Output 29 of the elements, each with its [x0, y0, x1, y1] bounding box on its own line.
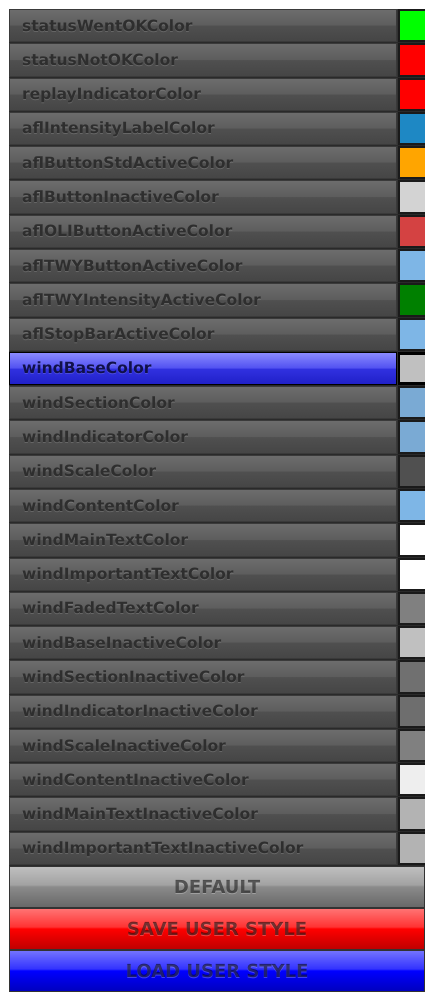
color-swatch[interactable] [398, 112, 425, 146]
color-swatch[interactable] [398, 214, 425, 248]
color-swatch[interactable] [398, 797, 425, 831]
color-swatch[interactable] [398, 420, 425, 454]
setting-item[interactable]: windBaseColor [9, 352, 397, 386]
color-swatch[interactable] [398, 523, 425, 556]
color-swatch[interactable] [398, 283, 425, 317]
color-swatch[interactable] [398, 763, 425, 796]
color-swatch[interactable] [398, 146, 425, 180]
color-swatch[interactable] [398, 352, 425, 386]
color-swatch[interactable] [398, 592, 425, 626]
color-swatch[interactable] [398, 488, 425, 522]
color-swatch[interactable] [398, 728, 425, 762]
color-swatch[interactable] [398, 180, 425, 214]
color-swatch[interactable] [398, 9, 425, 42]
action-button[interactable]: SAVE USER STYLE [9, 908, 425, 950]
color-swatch[interactable] [398, 660, 425, 694]
color-swatch[interactable] [398, 78, 425, 111]
color-swatch[interactable] [398, 454, 425, 488]
color-swatch[interactable] [398, 694, 425, 728]
action-button[interactable]: DEFAULT [9, 866, 425, 908]
action-button[interactable]: LOAD USER STYLE [9, 950, 425, 992]
color-swatch[interactable] [398, 386, 425, 420]
color-swatch[interactable] [398, 558, 425, 591]
color-swatch[interactable] [398, 43, 425, 77]
color-swatch[interactable] [398, 626, 425, 660]
color-swatch[interactable] [398, 248, 425, 282]
color-swatch[interactable] [398, 318, 425, 351]
color-swatch[interactable] [398, 832, 425, 866]
